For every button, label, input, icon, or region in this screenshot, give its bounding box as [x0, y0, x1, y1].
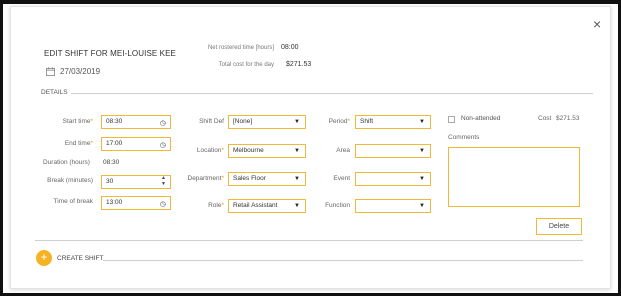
net-rostered-label: Net rostered time [hours]	[207, 45, 274, 51]
net-rostered-value: 08:00	[281, 44, 299, 51]
role-select[interactable]: Retail Assistant ▼	[228, 199, 306, 213]
break-minutes-label: Break (minutes)	[47, 177, 93, 184]
break-minutes-stepper[interactable]: 30 ▲ ▼	[101, 175, 171, 189]
edit-shift-modal: × EDIT SHIFT FOR MEI-LOUISE KEE 27/03/20…	[10, 6, 611, 289]
clock-icon[interactable]: ◷	[160, 199, 166, 211]
area-label: Area	[336, 147, 350, 154]
create-shift-divider	[103, 260, 583, 261]
function-label: Function	[325, 202, 350, 209]
close-icon[interactable]: ×	[593, 16, 601, 32]
calendar-icon	[46, 67, 55, 76]
plus-icon: +	[40, 250, 48, 264]
role-label: Role*	[208, 202, 224, 209]
cost-value: $271.53	[556, 115, 580, 122]
shift-date: 27/03/2019	[60, 67, 101, 76]
area-select[interactable]: ▼	[355, 144, 431, 158]
end-time-label: End time*	[64, 140, 93, 147]
delete-button[interactable]: Delete	[536, 218, 582, 235]
caret-down-icon: ▼	[419, 119, 425, 125]
event-select[interactable]: ▼	[355, 172, 431, 186]
event-label: Event	[333, 175, 350, 182]
period-label: Period*	[328, 118, 350, 125]
time-of-break-label: Time of break	[53, 198, 94, 205]
details-divider	[71, 93, 593, 94]
comments-textarea[interactable]	[448, 147, 580, 207]
caret-down-icon: ▼	[294, 203, 300, 209]
location-select[interactable]: Melbourne ▼	[228, 144, 306, 158]
details-section-label: DETAILS	[41, 89, 68, 96]
non-attended-label: Non-attended	[461, 115, 501, 122]
non-attended-checkbox[interactable]	[448, 116, 455, 123]
clock-icon[interactable]: ◷	[160, 118, 166, 130]
caret-down-icon: ▼	[294, 176, 300, 182]
start-time-label: Start time*	[62, 118, 93, 125]
caret-down-icon: ▼	[294, 148, 300, 154]
end-time-input[interactable]: 17:00 ◷	[101, 137, 171, 151]
cost-label: Cost	[538, 115, 552, 122]
department-select[interactable]: Sales Floor ▼	[228, 172, 306, 186]
shift-def-label: Shift Def	[199, 118, 224, 125]
comments-label: Comments	[448, 134, 480, 141]
total-cost-value: $271.53	[286, 61, 312, 68]
function-select[interactable]: ▼	[355, 199, 431, 213]
create-shift-label: CREATE SHIFT	[57, 255, 104, 262]
department-label: Department*	[187, 175, 225, 182]
location-label: Location*	[196, 147, 224, 154]
period-select[interactable]: Shift ▼	[355, 115, 431, 129]
start-time-input[interactable]: 08:30 ◷	[101, 115, 171, 129]
footer-divider	[35, 240, 583, 241]
duration-value: 08:30	[103, 159, 120, 166]
caret-down-icon: ▼	[419, 148, 425, 154]
create-shift-button[interactable]: +	[36, 250, 52, 266]
caret-down-icon: ▼	[294, 119, 300, 125]
caret-down-icon: ▼	[419, 176, 425, 182]
clock-icon[interactable]: ◷	[160, 140, 166, 152]
page-title: EDIT SHIFT FOR MEI-LOUISE KEE	[44, 49, 176, 58]
caret-down-icon: ▼	[419, 203, 425, 209]
total-cost-label: Total cost for the day	[218, 62, 274, 68]
shift-def-select[interactable]: [None] ▼	[228, 115, 306, 129]
time-of-break-input[interactable]: 13:00 ◷	[101, 196, 171, 210]
duration-label: Duration (hours)	[43, 159, 90, 166]
